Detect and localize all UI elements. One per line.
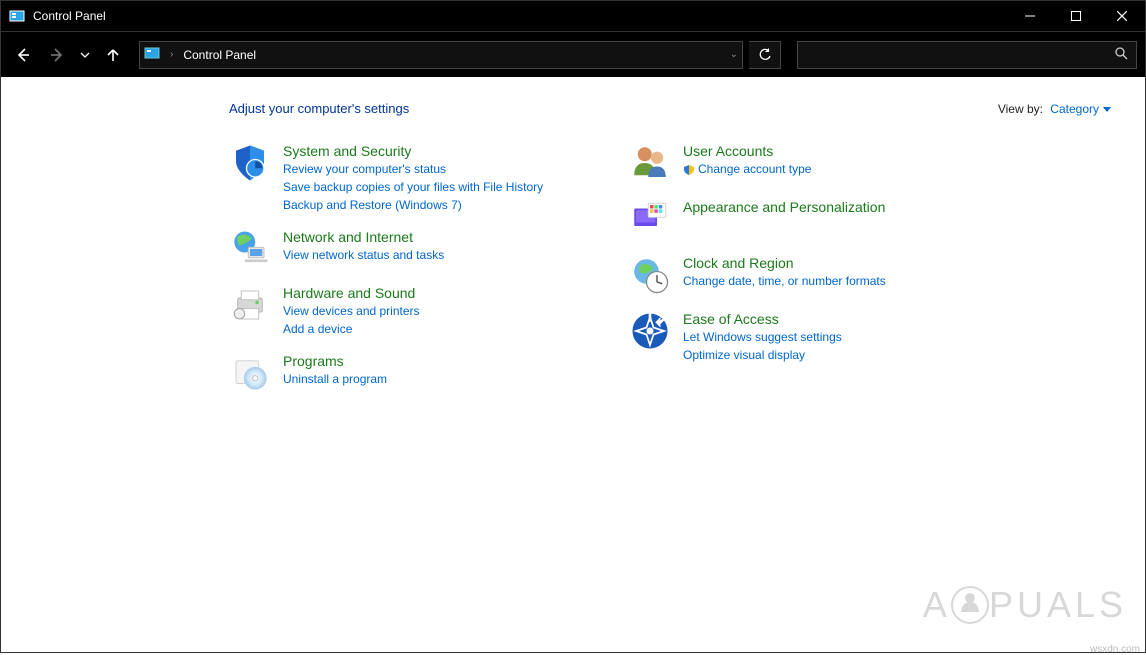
link-user-accounts[interactable]: User Accounts <box>683 142 811 160</box>
shield-icon <box>229 142 271 184</box>
content-area: Adjust your computer's settings View by:… <box>1 77 1145 652</box>
link-optimize-display[interactable]: Optimize visual display <box>683 347 842 364</box>
right-column: User Accounts Change account type Appear… <box>629 142 969 394</box>
link-change-account-type[interactable]: Change account type <box>683 161 811 178</box>
watermark-site: wsxdn.com <box>1090 644 1140 655</box>
link-network-status[interactable]: View network status and tasks <box>283 247 444 264</box>
view-by-label: View by: <box>998 102 1043 116</box>
link-change-date-time[interactable]: Change date, time, or number formats <box>683 273 886 290</box>
view-by-control[interactable]: View by: Category <box>998 102 1111 116</box>
window-title: Control Panel <box>33 9 1007 23</box>
category-user-accounts: User Accounts Change account type <box>629 142 969 184</box>
link-backup-restore[interactable]: Backup and Restore (Windows 7) <box>283 197 543 214</box>
link-system-security[interactable]: System and Security <box>283 142 543 160</box>
link-ease-of-access[interactable]: Ease of Access <box>683 310 842 328</box>
close-button[interactable] <box>1099 1 1145 31</box>
uac-shield-icon <box>683 164 695 176</box>
maximize-button[interactable] <box>1053 1 1099 31</box>
search-box[interactable] <box>797 41 1137 69</box>
address-bar[interactable]: › Control Panel ⌄ <box>139 41 743 69</box>
category-programs: Programs Uninstall a program <box>229 352 569 394</box>
link-devices-printers[interactable]: View devices and printers <box>283 303 420 320</box>
minimize-button[interactable] <box>1007 1 1053 31</box>
category-hardware: Hardware and Sound View devices and prin… <box>229 284 569 338</box>
breadcrumb-location[interactable]: Control Panel <box>183 48 256 62</box>
titlebar: Control Panel <box>1 1 1145 31</box>
control-panel-icon <box>9 8 25 24</box>
appearance-icon <box>629 198 671 240</box>
address-dropdown-icon[interactable]: ⌄ <box>730 49 738 60</box>
control-panel-icon <box>144 45 160 64</box>
search-icon[interactable] <box>1114 46 1128 63</box>
link-add-device[interactable]: Add a device <box>283 321 420 338</box>
left-column: System and Security Review your computer… <box>229 142 569 394</box>
up-button[interactable] <box>99 41 127 69</box>
clock-globe-icon <box>629 254 671 296</box>
category-network: Network and Internet View network status… <box>229 228 569 270</box>
forward-button[interactable] <box>43 41 71 69</box>
category-ease-of-access: Ease of Access Let Windows suggest setti… <box>629 310 969 364</box>
link-clock-region[interactable]: Clock and Region <box>683 254 886 272</box>
chevron-down-icon <box>1103 107 1111 112</box>
programs-disc-icon <box>229 352 271 394</box>
search-input[interactable] <box>806 48 1114 62</box>
chevron-right-icon: › <box>170 49 173 60</box>
link-file-history[interactable]: Save backup copies of your files with Fi… <box>283 179 543 196</box>
category-appearance: Appearance and Personalization <box>629 198 969 240</box>
control-panel-window: Control Panel › Control Panel ⌄ Adjust y… <box>0 0 1146 653</box>
recent-locations-button[interactable] <box>77 41 93 69</box>
link-suggest-settings[interactable]: Let Windows suggest settings <box>683 329 842 346</box>
globe-network-icon <box>229 228 271 270</box>
back-button[interactable] <box>9 41 37 69</box>
link-uninstall[interactable]: Uninstall a program <box>283 371 387 388</box>
category-clock-region: Clock and Region Change date, time, or n… <box>629 254 969 296</box>
link-hardware-sound[interactable]: Hardware and Sound <box>283 284 420 302</box>
page-heading: Adjust your computer's settings <box>229 101 998 116</box>
link-network-internet[interactable]: Network and Internet <box>283 228 444 246</box>
category-system-security: System and Security Review your computer… <box>229 142 569 214</box>
navigation-bar: › Control Panel ⌄ <box>1 31 1145 77</box>
view-by-value[interactable]: Category <box>1050 102 1099 116</box>
printer-icon <box>229 284 271 326</box>
link-review-status[interactable]: Review your computer's status <box>283 161 543 178</box>
ease-of-access-icon <box>629 310 671 352</box>
refresh-button[interactable] <box>749 41 781 69</box>
link-appearance[interactable]: Appearance and Personalization <box>683 198 885 216</box>
watermark-brand: A PUALS <box>923 584 1127 626</box>
link-programs[interactable]: Programs <box>283 352 387 370</box>
user-accounts-icon <box>629 142 671 184</box>
